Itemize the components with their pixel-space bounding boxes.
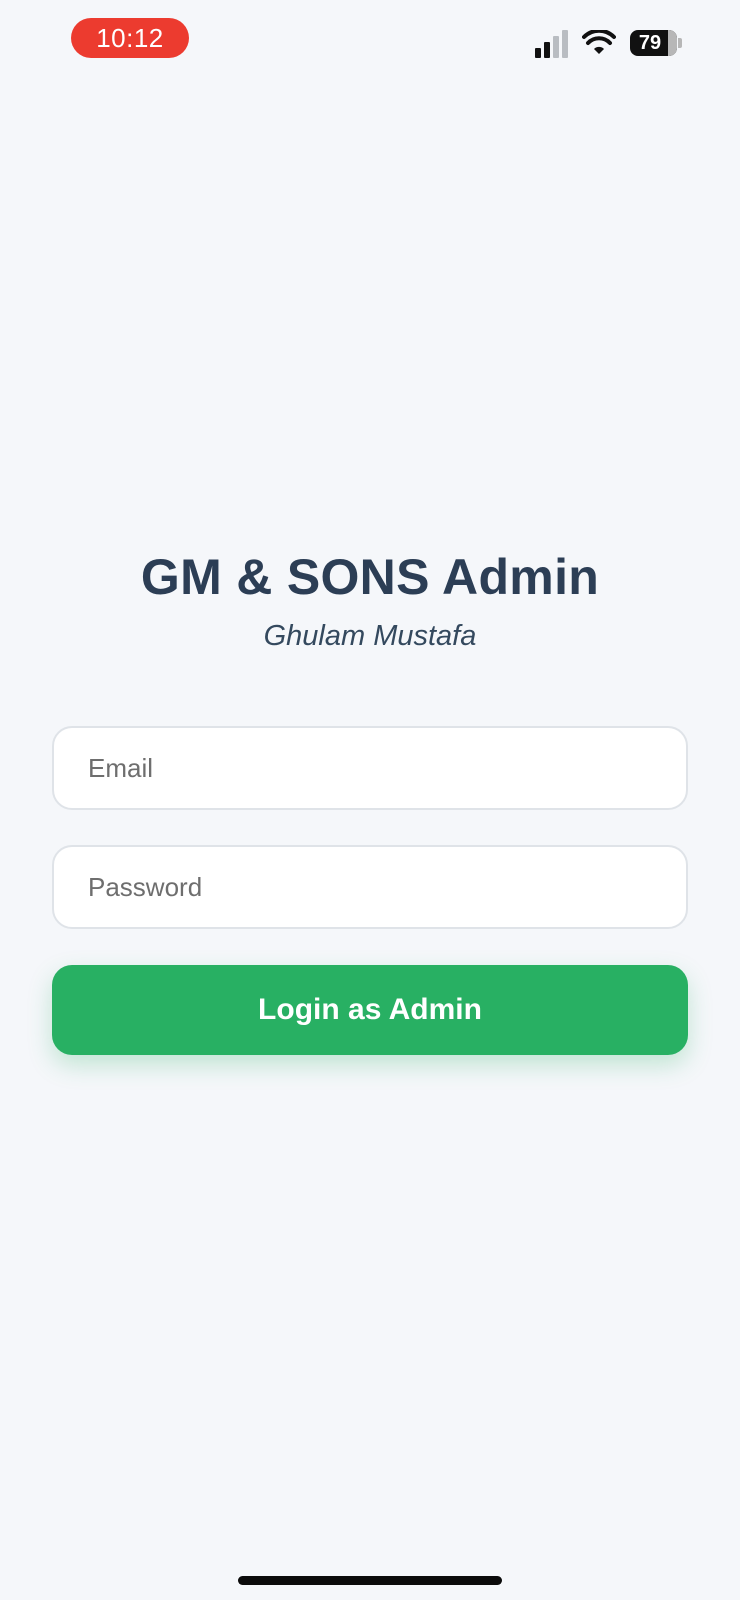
page-subtitle: Ghulam Mustafa <box>263 620 477 652</box>
status-bar: 10:12 79 <box>0 0 740 80</box>
wifi-icon <box>582 30 616 54</box>
signal-icon <box>535 28 568 58</box>
battery-level: 79 <box>638 32 662 54</box>
login-button[interactable]: Login as Admin <box>52 965 688 1055</box>
home-indicator <box>238 1576 502 1585</box>
battery-icon: 79 <box>630 30 682 56</box>
status-icons: 79 <box>535 26 682 60</box>
password-field[interactable] <box>52 845 688 929</box>
email-field[interactable] <box>52 726 688 810</box>
status-time: 10:12 <box>71 18 189 58</box>
page-title: GM & SONS Admin <box>140 549 600 605</box>
